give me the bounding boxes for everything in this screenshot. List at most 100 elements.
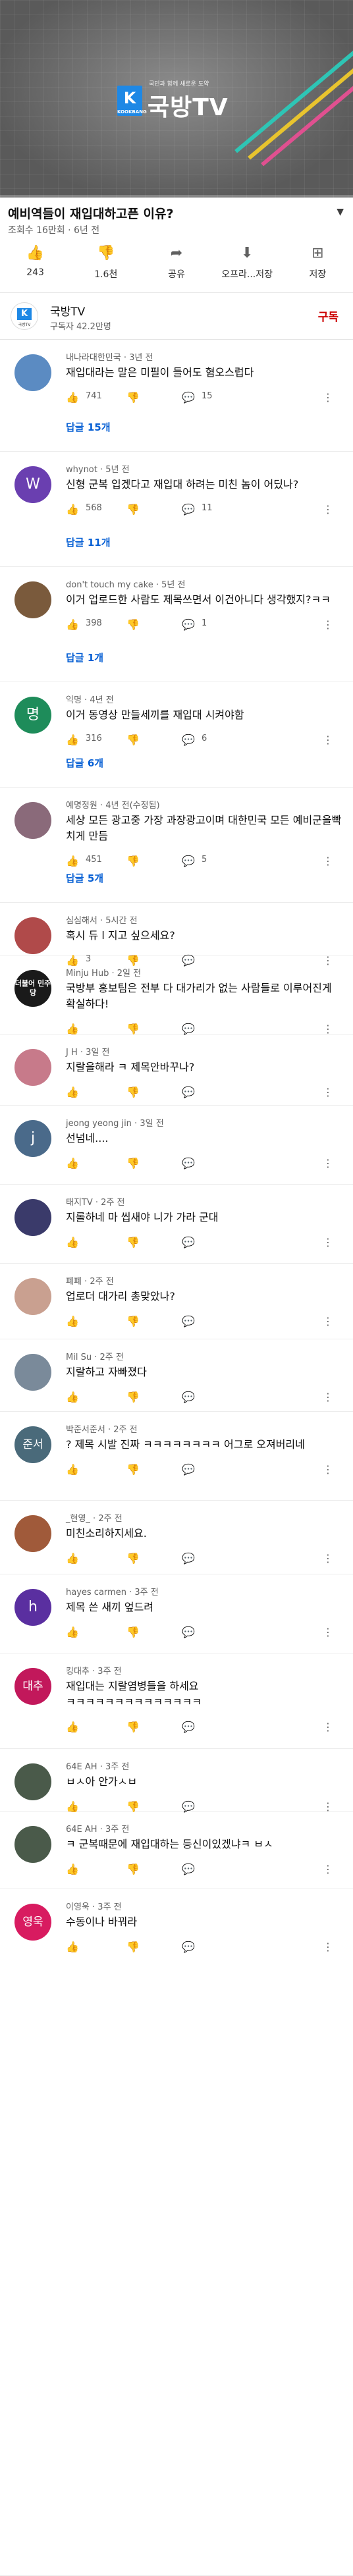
thumb-down-icon[interactable]: 👎: [126, 1086, 140, 1098]
more-vert-icon[interactable]: ⋮: [323, 734, 333, 746]
reply-icon[interactable]: 💬: [182, 855, 195, 867]
comment-author[interactable]: hayes carmen: [66, 1588, 126, 1597]
thumb-down-icon[interactable]: 👎: [126, 1236, 140, 1248]
reply-icon[interactable]: 💬: [182, 1463, 195, 1476]
avatar[interactable]: [14, 1199, 51, 1236]
comment-author[interactable]: 예명정원: [66, 801, 97, 811]
avatar[interactable]: [14, 1354, 51, 1391]
avatar[interactable]: [14, 354, 51, 391]
view-replies-link[interactable]: 답글 1개: [66, 651, 103, 664]
reply-icon[interactable]: 💬: [182, 1315, 195, 1328]
reply-icon[interactable]: 💬: [182, 1236, 195, 1248]
more-vert-icon[interactable]: ⋮: [323, 1863, 333, 1875]
thumb-down-icon[interactable]: 👎: [126, 1315, 140, 1328]
save-button[interactable]: ⊞ 저장: [290, 244, 344, 292]
comment-author[interactable]: 태지TV: [66, 1198, 93, 1208]
thumb-down-icon[interactable]: 👎: [126, 1023, 140, 1035]
thumb-up-icon[interactable]: 👍: [66, 1626, 79, 1638]
view-replies-link[interactable]: 답글 15개: [66, 420, 111, 434]
avatar[interactable]: [14, 1826, 51, 1863]
thumb-down-icon[interactable]: 👎: [126, 1552, 140, 1565]
avatar[interactable]: W: [14, 466, 51, 503]
thumb-down-icon[interactable]: 👎: [126, 1157, 140, 1169]
thumb-down-icon[interactable]: 👎: [126, 1626, 140, 1638]
more-vert-icon[interactable]: ⋮: [323, 1023, 333, 1035]
reply-icon[interactable]: 💬: [182, 618, 195, 631]
video-title-row[interactable]: 예비역들이 재입대하고픈 이유? ▼: [0, 198, 353, 224]
comment-author[interactable]: 심심해서: [66, 916, 97, 926]
thumb-up-icon[interactable]: 👍: [66, 1863, 79, 1875]
thumb-up-icon[interactable]: 👍: [66, 391, 79, 404]
avatar[interactable]: j: [14, 1120, 51, 1157]
avatar[interactable]: 준서: [14, 1426, 51, 1463]
avatar[interactable]: [14, 917, 51, 954]
thumb-up-icon[interactable]: 👍: [66, 734, 79, 746]
thumb-down-icon[interactable]: 👎: [126, 391, 140, 404]
thumb-up-icon[interactable]: 👍: [66, 1157, 79, 1169]
reply-icon[interactable]: 💬: [182, 1721, 195, 1733]
reply-icon[interactable]: 💬: [182, 1086, 195, 1098]
channel-avatar[interactable]: K 국방TV: [11, 302, 38, 330]
channel-name[interactable]: 국방TV: [50, 302, 85, 319]
reply-icon[interactable]: 💬: [182, 734, 195, 746]
subscribe-button[interactable]: 구독: [318, 308, 339, 324]
comment-author[interactable]: 킹대추: [66, 1667, 90, 1677]
share-button[interactable]: ➦ 공유: [149, 244, 204, 292]
thumb-up-icon[interactable]: 👍: [66, 1086, 79, 1098]
avatar[interactable]: [14, 1515, 51, 1552]
thumb-down-icon[interactable]: 👎: [126, 1721, 140, 1733]
like-button[interactable]: 👍 243: [9, 244, 63, 292]
thumb-up-icon[interactable]: 👍: [66, 1463, 79, 1476]
more-vert-icon[interactable]: ⋮: [323, 1236, 333, 1248]
thumb-up-icon[interactable]: 👍: [66, 1941, 79, 1953]
reply-icon[interactable]: 💬: [182, 503, 195, 516]
avatar[interactable]: 영욱: [14, 1904, 51, 1941]
chevron-down-icon[interactable]: ▼: [337, 207, 344, 217]
comment-author[interactable]: _현영_: [66, 1514, 90, 1524]
more-vert-icon[interactable]: ⋮: [323, 503, 333, 516]
thumb-up-icon[interactable]: 👍: [66, 1023, 79, 1035]
comment-author[interactable]: 이영욱: [66, 1902, 90, 1912]
avatar[interactable]: [14, 1049, 51, 1086]
reply-icon[interactable]: 💬: [182, 1023, 195, 1035]
more-vert-icon[interactable]: ⋮: [323, 1086, 333, 1098]
more-vert-icon[interactable]: ⋮: [323, 1941, 333, 1953]
avatar[interactable]: [14, 581, 51, 618]
more-vert-icon[interactable]: ⋮: [323, 855, 333, 867]
comment-author[interactable]: whynot: [66, 465, 97, 475]
reply-icon[interactable]: 💬: [182, 1941, 195, 1953]
avatar[interactable]: [14, 802, 51, 839]
more-vert-icon[interactable]: ⋮: [323, 1157, 333, 1169]
thumb-down-icon[interactable]: 👎: [126, 618, 140, 631]
comment-author[interactable]: 박준서준서: [66, 1425, 105, 1435]
reply-icon[interactable]: 💬: [182, 1626, 195, 1638]
avatar[interactable]: 명: [14, 697, 51, 734]
thumb-down-icon[interactable]: 👎: [126, 1391, 140, 1403]
thumb-up-icon[interactable]: 👍: [66, 1315, 79, 1328]
comment-author[interactable]: Mil Su: [66, 1353, 92, 1362]
thumb-up-icon[interactable]: 👍: [66, 618, 79, 631]
avatar[interactable]: h: [14, 1589, 51, 1626]
thumb-down-icon[interactable]: 👎: [126, 1863, 140, 1875]
reply-icon[interactable]: 💬: [182, 1157, 195, 1169]
reply-icon[interactable]: 💬: [182, 1863, 195, 1875]
more-vert-icon[interactable]: ⋮: [323, 1626, 333, 1638]
comment-author[interactable]: don't touch my cake: [66, 580, 153, 590]
comment-author[interactable]: 64E AH: [66, 1762, 97, 1772]
comment-author[interactable]: Minju Hub: [66, 969, 109, 979]
comment-author[interactable]: J H: [66, 1048, 78, 1058]
reply-icon[interactable]: 💬: [182, 1391, 195, 1403]
more-vert-icon[interactable]: ⋮: [323, 1463, 333, 1476]
more-vert-icon[interactable]: ⋮: [323, 391, 333, 404]
thumb-up-icon[interactable]: 👍: [66, 1236, 79, 1248]
reply-icon[interactable]: 💬: [182, 1552, 195, 1565]
comment-author[interactable]: 익명: [66, 695, 82, 705]
more-vert-icon[interactable]: ⋮: [323, 1552, 333, 1565]
thumb-down-icon[interactable]: 👎: [126, 855, 140, 867]
view-replies-link[interactable]: 답글 5개: [66, 871, 103, 885]
avatar[interactable]: 대추: [14, 1668, 51, 1705]
video-player[interactable]: K KOOKBANG 국민과 함께 새로운 도약 국방TV: [0, 0, 353, 198]
thumb-down-icon[interactable]: 👎: [126, 1463, 140, 1476]
thumb-down-icon[interactable]: 👎: [126, 1941, 140, 1953]
comment-author[interactable]: 내나라대한민국: [66, 353, 121, 363]
